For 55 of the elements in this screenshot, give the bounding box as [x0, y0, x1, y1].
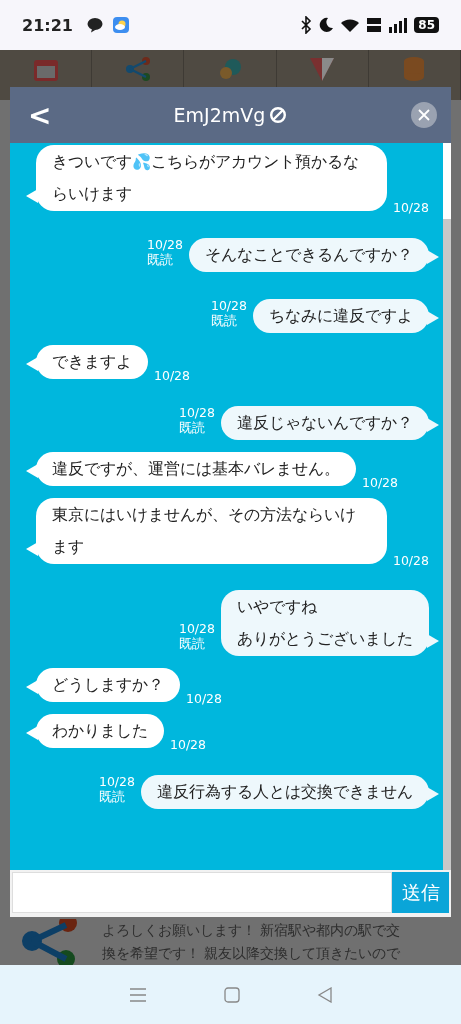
bubble-tail	[26, 680, 38, 694]
battery-level: 85	[414, 17, 439, 33]
bubble-tail	[26, 542, 38, 556]
read-receipt: 既読	[178, 420, 206, 435]
back-button[interactable]: <	[28, 98, 52, 132]
signal-icon	[388, 17, 409, 33]
message-date: 10/28	[154, 368, 191, 383]
received-message-bubble: 違反ですが、運営には基本バレません。	[36, 452, 356, 486]
bluetooth-icon	[300, 16, 313, 34]
received-message-bubble: どうしますか？	[36, 668, 180, 702]
pennant-icon	[309, 56, 336, 82]
message-date: 10/28	[362, 475, 399, 490]
menu-icon	[128, 986, 147, 1003]
sent-message-bubble: そんなことできるんですか？	[189, 238, 429, 272]
home-icon	[223, 986, 240, 1003]
moon-icon	[318, 17, 335, 33]
sent-message-bubble: 違反行為する人とは交換できません	[141, 775, 429, 809]
weather-app-icon	[112, 17, 129, 33]
close-button[interactable]	[411, 102, 437, 128]
read-receipt: 既読	[178, 636, 206, 651]
ban-icon	[269, 106, 288, 124]
received-message-bubble: わかりました	[36, 714, 164, 748]
bubble-tail	[26, 464, 38, 478]
share-icon	[124, 56, 151, 82]
received-message-bubble: 東京にはいけませんが、その方法ならいけます	[36, 498, 387, 564]
bubble-tail	[26, 189, 38, 203]
wifi-icon	[340, 17, 361, 33]
status-time: 21:21	[22, 15, 73, 35]
bubble-tail	[26, 726, 38, 740]
read-receipt: 既読	[146, 252, 174, 267]
close-icon	[418, 109, 430, 121]
sent-message-bubble: ちなみに違反ですよ	[253, 299, 429, 333]
message-date: 10/28	[178, 621, 215, 636]
bubble-tail	[26, 357, 38, 371]
message-input[interactable]	[12, 872, 392, 913]
chat-bubble-icon	[86, 17, 103, 33]
message-date: 10/28	[146, 237, 183, 252]
received-message-bubble: きついです💦こちらがアカウント預かるならいけます	[36, 145, 387, 211]
send-button[interactable]: 送信	[392, 872, 449, 913]
message-date: 10/28	[178, 405, 215, 420]
chat-title: EmJ2mVg	[173, 104, 266, 126]
message-date: 10/28	[98, 774, 135, 789]
message-date: 10/28	[392, 200, 429, 215]
message-date: 10/28	[186, 691, 223, 706]
chat-icon	[217, 56, 243, 82]
post-text: よろしくお願いします！ 新宿駅や都内の駅で交 換を希望です！ 親友以降交換して頂きたいので	[102, 921, 401, 963]
message-date: 10/28	[170, 737, 207, 752]
read-receipt: 既読	[210, 313, 238, 328]
received-message-bubble: できますよ	[36, 345, 148, 379]
sent-message-bubble: いやですね ありがとうございました	[221, 590, 429, 656]
message-date: 10/28	[392, 553, 429, 568]
sent-message-bubble: 違反じゃないんですか？	[221, 406, 429, 440]
back-icon	[316, 986, 333, 1003]
read-receipt: 既読	[98, 789, 126, 804]
message-date: 10/28	[210, 298, 247, 313]
